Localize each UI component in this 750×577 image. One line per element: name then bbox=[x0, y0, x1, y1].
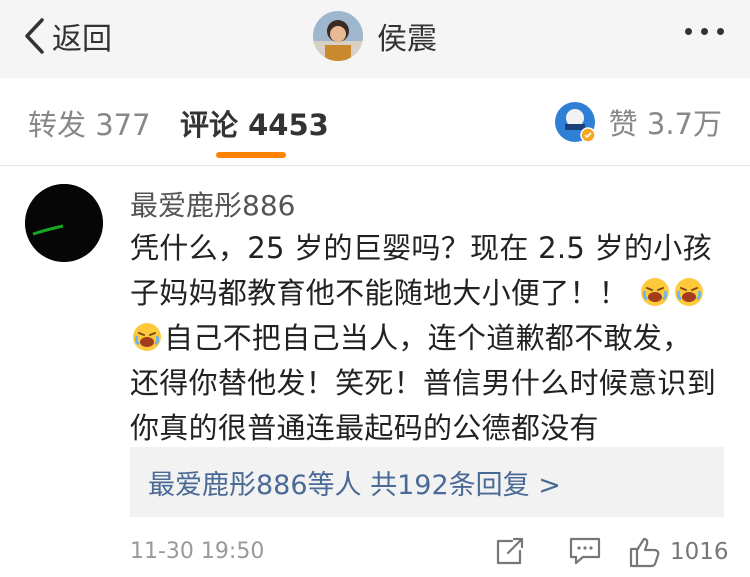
comment-timestamp: 11-30 19:50 bbox=[130, 539, 265, 564]
tab-comment-count: 4453 bbox=[248, 108, 329, 142]
tab-repost[interactable]: 转发 377 bbox=[28, 102, 151, 144]
tab-active-indicator bbox=[216, 152, 286, 158]
comment-icon[interactable] bbox=[568, 535, 602, 567]
reply-summary-link[interactable]: 最爱鹿彤886等人 共192条回复 > bbox=[148, 463, 561, 502]
repost-icon[interactable] bbox=[494, 535, 526, 567]
more-icon[interactable] bbox=[685, 28, 724, 35]
like-count-label: 赞 3.7万 bbox=[608, 107, 722, 141]
back-button[interactable]: 返回 bbox=[22, 14, 112, 58]
avatar[interactable] bbox=[313, 11, 363, 61]
comment-text-part2: 自己不把自己当人，连个道歉都不敢发，还得你替他发！笑死！普信男什么时候意识到你真… bbox=[130, 321, 717, 445]
thumb-up-icon[interactable] bbox=[628, 535, 662, 569]
nav-profile[interactable]: 侯震 bbox=[313, 11, 437, 61]
comment-username[interactable]: 最爱鹿彤886 bbox=[130, 184, 295, 224]
tab-comment[interactable]: 评论 4453 bbox=[180, 102, 329, 144]
comment-text-part1: 凭什么，25 岁的巨婴吗？现在 2.5 岁的小孩子妈妈都教育他不能随地大小便了！… bbox=[130, 231, 712, 310]
page-title: 侯震 bbox=[377, 22, 437, 57]
comment-body: 凭什么，25 岁的巨婴吗？现在 2.5 岁的小孩子妈妈都教育他不能随地大小便了！… bbox=[130, 226, 720, 451]
back-chevron-icon bbox=[25, 18, 44, 54]
avatar bbox=[554, 102, 596, 143]
back-label: 返回 bbox=[52, 22, 112, 57]
reply-summary-box[interactable]: 最爱鹿彤886等人 共192条回复 > bbox=[130, 447, 724, 517]
tab-like[interactable]: 赞 3.7万 bbox=[554, 100, 722, 144]
crying-emoji-icon bbox=[674, 278, 703, 306]
avatar[interactable] bbox=[25, 184, 103, 262]
comment-like-count: 1016 bbox=[670, 539, 729, 565]
comment-footer: 11-30 19:50 1016 bbox=[130, 535, 729, 571]
top-navbar: 返回 侯震 bbox=[0, 0, 750, 78]
tab-comment-label: 评论 bbox=[180, 108, 239, 142]
crying-emoji-icon bbox=[640, 278, 669, 306]
crying-emoji-icon bbox=[133, 323, 161, 351]
